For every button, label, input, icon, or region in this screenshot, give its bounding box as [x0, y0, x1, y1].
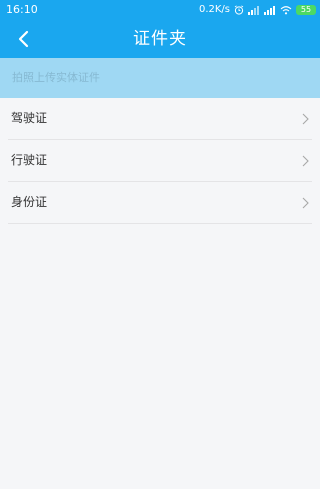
- list-item-label: 行驶证: [11, 153, 48, 167]
- app-screen: 16:10 0.2K/s 55 证件夹 拍照上传实体证件 驾驶证 行驶证 身份证: [0, 0, 320, 489]
- status-bar: 16:10 0.2K/s 55: [0, 0, 320, 20]
- upload-hint-banner[interactable]: 拍照上传实体证件: [0, 58, 320, 98]
- alarm-icon: [234, 5, 244, 15]
- signal-icon: [264, 6, 275, 15]
- chevron-right-icon: [302, 155, 309, 167]
- page-title: 证件夹: [133, 29, 187, 49]
- list-item-label: 身份证: [11, 195, 48, 209]
- network-speed: 0.2K/s: [198, 4, 230, 15]
- nav-bar: 证件夹: [0, 20, 320, 58]
- chevron-right-icon: [302, 113, 309, 125]
- status-time: 16:10: [6, 3, 38, 16]
- battery-icon: 55: [296, 5, 316, 15]
- document-list: 驾驶证 行驶证 身份证: [0, 98, 320, 224]
- signal-icon: [248, 6, 259, 15]
- list-item-label: 驾驶证: [11, 111, 48, 125]
- chevron-right-icon: [302, 197, 309, 209]
- wifi-icon: [280, 6, 292, 15]
- list-item-driver-license[interactable]: 驾驶证: [8, 98, 312, 140]
- status-indicators: 0.2K/s 55: [199, 0, 316, 20]
- list-item-id-card[interactable]: 身份证: [8, 182, 312, 224]
- list-item-vehicle-license[interactable]: 行驶证: [8, 140, 312, 182]
